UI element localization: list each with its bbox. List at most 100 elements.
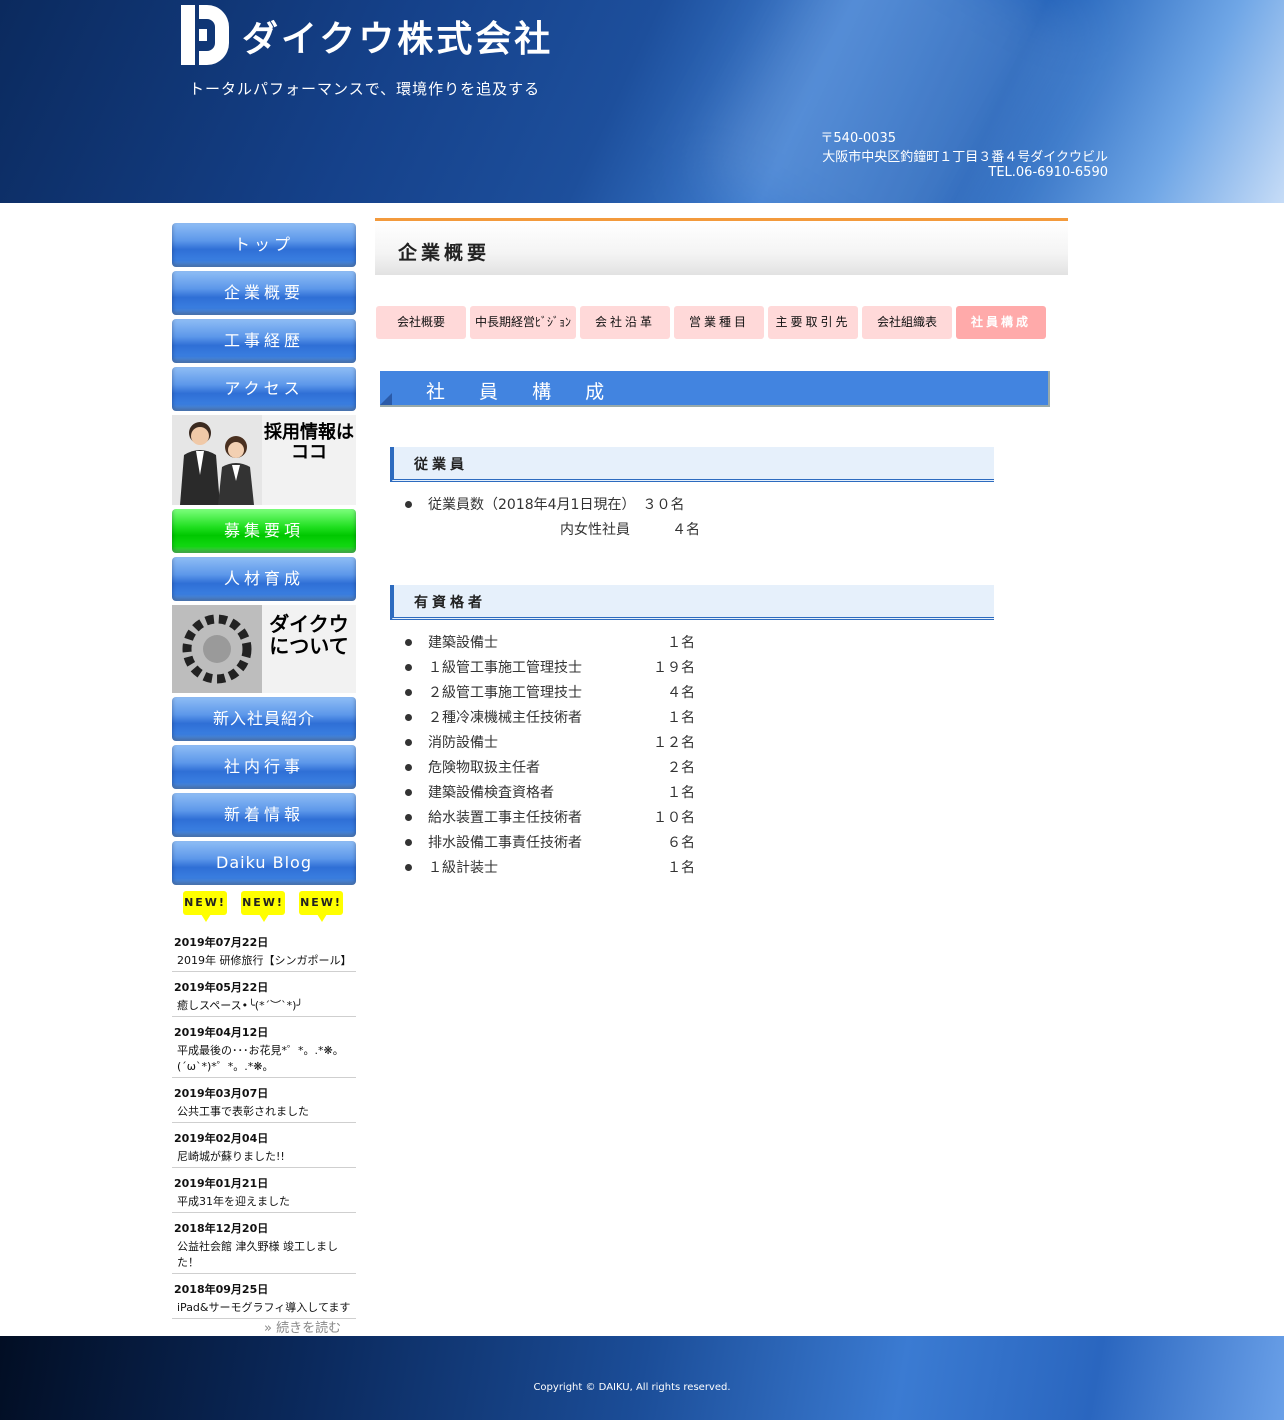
news-title-link[interactable]: 公益社会館 津久野様 竣工しました！: [172, 1239, 356, 1271]
site-footer: Copyright © DAIKU, All rights reserved.: [0, 1336, 1284, 1420]
about-photo: [172, 605, 262, 693]
female-employee-count: 内女性社員 ４名: [560, 522, 700, 538]
news-date: 2019年04月12日: [174, 1026, 269, 1039]
qualification-name: 危険物取扱主任者: [428, 760, 540, 776]
qualification-name: １級管工事施工管理技士: [428, 660, 582, 676]
qualification-count: １名: [667, 710, 695, 726]
section-title-bar: 社 員 構 成: [380, 371, 1050, 407]
news-title-link[interactable]: 2019年 研修旅行【シンガポール】: [172, 953, 356, 969]
nav-recruitment-button[interactable]: 募集要項: [172, 509, 356, 553]
nav-news-button[interactable]: 新着情報: [172, 793, 356, 837]
main-content: 企業概要 会社概要 中長期経営ﾋﾞｼﾞｮﾝ 会社沿革 営業種目 主要取引先 会社…: [375, 218, 1068, 876]
nav-training-button[interactable]: 人材育成: [172, 557, 356, 601]
page-title: 企業概要: [398, 242, 491, 264]
news-title-link[interactable]: 公共工事で表彰されました: [172, 1104, 356, 1120]
news-date: 2019年03月07日: [174, 1087, 269, 1100]
news-date: 2019年02月04日: [174, 1132, 269, 1145]
news-item: 2019年01月21日 平成31年を迎えました: [172, 1174, 356, 1213]
nav-new-employees-button[interactable]: 新入社員紹介: [172, 697, 356, 741]
qualification-name: ２級管工事施工管理技士: [428, 685, 582, 701]
nav-works-button[interactable]: 工事経歴: [172, 319, 356, 363]
bullet-icon: [405, 839, 412, 846]
qualified-heading-text: 有資格者: [414, 595, 486, 611]
tab-history[interactable]: 会社沿革: [580, 306, 670, 339]
read-more-link[interactable]: » 続きを読む: [264, 1317, 341, 1336]
qualification-name: １級計装士: [428, 860, 498, 876]
nav-top-button[interactable]: トップ: [172, 223, 356, 267]
new-badge: NEW!: [183, 891, 227, 922]
company-logo-icon[interactable]: [181, 5, 229, 65]
bullet-icon: [405, 789, 412, 796]
qualification-count: １０名: [653, 810, 695, 826]
about-banner[interactable]: ダイクウ について: [172, 605, 356, 693]
bullet-icon: [405, 689, 412, 696]
bullet-icon: [405, 739, 412, 746]
news-item: 2018年09月25日 iPad&サーモグラフィ導入してます: [172, 1280, 356, 1319]
bullet-icon: [405, 639, 412, 646]
news-item: 2018年12月20日 公益社会館 津久野様 竣工しました！: [172, 1219, 356, 1274]
qualification-count: １名: [667, 860, 695, 876]
site-header: ダイクウ株式会社 トータルパフォーマンスで、環境作りを追及する 〒540-003…: [0, 0, 1284, 203]
tab-vision[interactable]: 中長期経営ﾋﾞｼﾞｮﾝ: [470, 306, 576, 339]
tab-org-chart[interactable]: 会社組織表: [862, 306, 952, 339]
qualification-count: ６名: [667, 835, 695, 851]
new-badge: NEW!: [241, 891, 285, 922]
news-item: 2019年05月22日 癒しスペース•╰(*´︶`*)╯: [172, 978, 356, 1017]
tab-business-types[interactable]: 営業種目: [674, 306, 764, 339]
news-item: 2019年03月07日 公共工事で表彰されました: [172, 1084, 356, 1123]
recruit-banner[interactable]: 採用情報は ココ: [172, 415, 356, 505]
recruit-banner-text: 採用情報は ココ: [264, 422, 354, 463]
nav-events-button[interactable]: 社内行事: [172, 745, 356, 789]
news-title-link[interactable]: 平成最後の･･･お花見*゜*。.*❋。(´ω`*)*゜*。.*❋。: [172, 1043, 356, 1075]
recruit-photo: [172, 415, 262, 505]
tab-clients[interactable]: 主要取引先: [768, 306, 858, 339]
employee-count: 従業員数（2018年4月1日現在） ３０名: [428, 497, 685, 513]
bullet-icon: [405, 714, 412, 721]
nav-blog-button[interactable]: Daiku Blog: [172, 841, 356, 885]
news-date: 2019年07月22日: [174, 936, 269, 949]
bullet-icon: [405, 864, 412, 871]
qualification-count: １名: [667, 635, 695, 651]
qualification-name: 建築設備検査資格者: [428, 785, 554, 801]
company-name[interactable]: ダイクウ株式会社: [242, 10, 553, 62]
news-date: 2018年12月20日: [174, 1222, 269, 1235]
address-tel: TEL.06-6910-6590: [988, 165, 1108, 180]
bullet-icon: [405, 764, 412, 771]
tab-staff-composition[interactable]: 社員構成: [956, 306, 1046, 339]
news-title-link[interactable]: 癒しスペース•╰(*´︶`*)╯: [172, 998, 356, 1014]
bullet-icon: [405, 814, 412, 821]
bullet-icon: [405, 664, 412, 671]
sidebar: トップ 企業概要 工事経歴 アクセス 採用情報は ココ 募集要項 人材育成 ダイ…: [172, 223, 356, 1325]
news-title-link[interactable]: 尼崎城が蘇りました!!: [172, 1149, 356, 1165]
employees-heading: 従業員: [390, 447, 994, 482]
page-heading: 企業概要: [375, 218, 1068, 275]
news-item: 2019年04月12日 平成最後の･･･お花見*゜*。.*❋。(´ω`*)*゜*…: [172, 1023, 356, 1078]
news-title-link[interactable]: 平成31年を迎えました: [172, 1194, 356, 1210]
bullet-icon: [405, 501, 412, 508]
qualification-count: １２名: [653, 735, 695, 751]
team-circle-icon: [172, 605, 262, 693]
news-date: 2019年05月22日: [174, 981, 269, 994]
tab-company-overview[interactable]: 会社概要: [376, 306, 466, 339]
about-banner-text: ダイクウ について: [269, 612, 349, 658]
new-badges: NEW! NEW! NEW!: [172, 889, 356, 925]
address-line: 大阪市中央区釣鐘町１丁目３番４号ダイクウビル: [822, 150, 1108, 165]
qualification-count: １名: [667, 785, 695, 801]
business-people-icon: [172, 415, 262, 505]
news-item: 2019年02月04日 尼崎城が蘇りました!!: [172, 1129, 356, 1168]
address-zip: 〒540-0035: [820, 131, 896, 146]
nav-company-button[interactable]: 企業概要: [172, 271, 356, 315]
tagline: トータルパフォーマンスで、環境作りを追及する: [189, 80, 541, 98]
news-title-link[interactable]: iPad&サーモグラフィ導入してます: [172, 1300, 356, 1316]
news-date: 2018年09月25日: [174, 1283, 269, 1296]
news-list: 2019年07月22日 2019年 研修旅行【シンガポール】 2019年05月2…: [172, 933, 356, 1319]
copyright: Copyright © DAIKU, All rights reserved.: [533, 1382, 731, 1393]
qualification-name: ２種冷凍機械主任技術者: [428, 710, 582, 726]
section-title: 社 員 構 成: [426, 381, 619, 403]
nav-access-button[interactable]: アクセス: [172, 367, 356, 411]
qualification-name: 排水設備工事責任技術者: [428, 835, 582, 851]
qualification-name: 給水装置工事主任技術者: [428, 810, 582, 826]
employees-heading-text: 従業員: [414, 457, 468, 473]
qualified-heading: 有資格者: [390, 585, 994, 620]
qualification-count: ２名: [667, 760, 695, 776]
